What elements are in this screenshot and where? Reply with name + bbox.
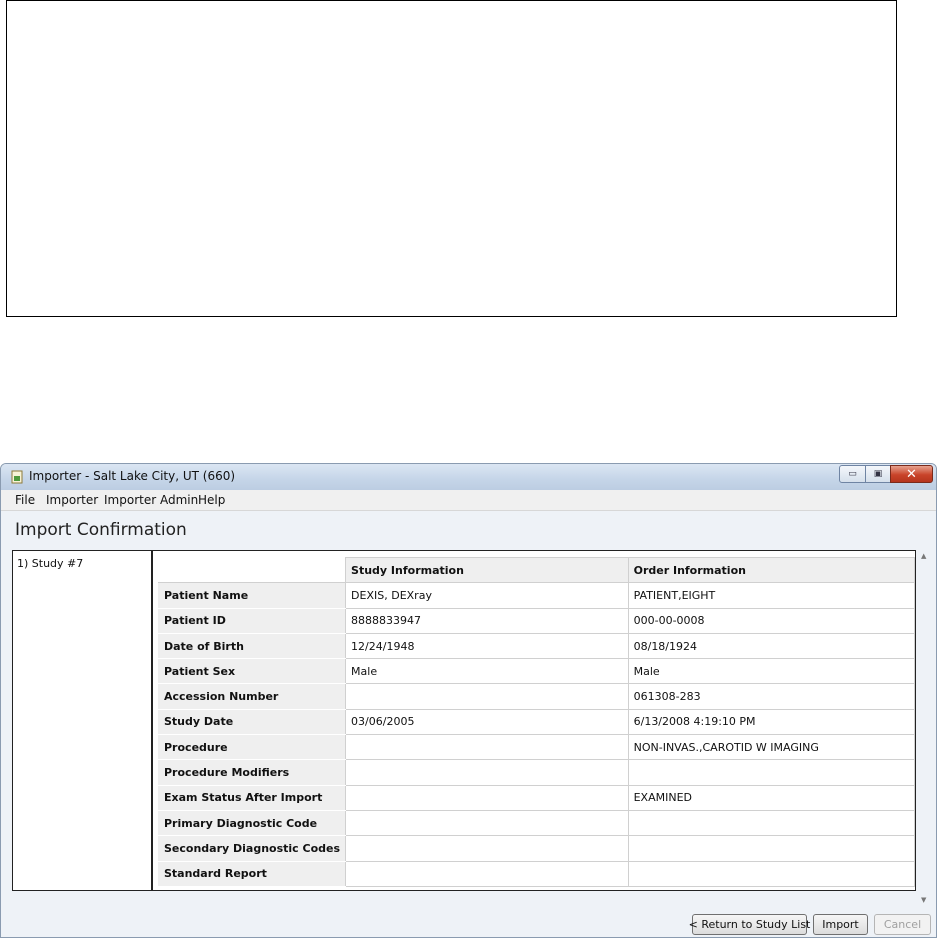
table-row: Standard Report bbox=[157, 860, 916, 887]
cancel-button[interactable]: Cancel bbox=[874, 914, 931, 935]
page-title: Import Confirmation bbox=[15, 520, 187, 540]
close-icon: ✕ bbox=[906, 466, 917, 482]
order-value[interactable] bbox=[627, 759, 916, 786]
table-row: Procedure NON-INVAS.,CAROTID W IMAGING bbox=[157, 734, 916, 761]
menu-importer[interactable]: Importer bbox=[46, 493, 98, 507]
header-order-information: Order Information bbox=[627, 556, 916, 584]
header-corner bbox=[157, 556, 347, 584]
table-row: Patient ID 8888833947 000-00-0008 bbox=[157, 607, 916, 634]
window-title: Importer - Salt Lake City, UT (660) bbox=[29, 469, 236, 483]
row-label: Study Date bbox=[157, 708, 347, 736]
order-value[interactable]: 08/18/1924 bbox=[627, 632, 916, 660]
order-value[interactable] bbox=[627, 835, 916, 862]
row-label: Standard Report bbox=[157, 860, 347, 887]
row-label: Secondary Diagnostic Codes bbox=[157, 835, 347, 862]
table-row: Primary Diagnostic Code bbox=[157, 809, 916, 837]
study-value[interactable]: 03/06/2005 bbox=[345, 708, 629, 736]
minimize-button[interactable]: ▭ bbox=[839, 465, 866, 483]
menu-help[interactable]: Help bbox=[198, 493, 225, 507]
table-row: Accession Number 061308-283 bbox=[157, 683, 916, 710]
vertical-scrollbar[interactable] bbox=[919, 550, 931, 900]
order-value[interactable]: PATIENT,EIGHT bbox=[627, 582, 916, 609]
table-row: Procedure Modifiers bbox=[157, 759, 916, 786]
maximize-icon: ▣ bbox=[873, 469, 883, 479]
row-label: Patient Name bbox=[157, 582, 347, 609]
scroll-down-arrow-icon[interactable]: ▼ bbox=[921, 896, 926, 904]
study-value[interactable]: Male bbox=[345, 658, 629, 685]
study-value[interactable]: DEXIS, DEXray bbox=[345, 582, 629, 609]
row-label: Primary Diagnostic Code bbox=[157, 809, 347, 837]
menu-importer-admin[interactable]: Importer Admin bbox=[104, 493, 198, 507]
study-value[interactable] bbox=[345, 809, 629, 837]
order-value[interactable]: EXAMINED bbox=[627, 784, 916, 811]
study-value[interactable]: 12/24/1948 bbox=[345, 632, 629, 660]
row-label: Accession Number bbox=[157, 683, 347, 710]
content-panel: 1) Study #7 Study Information Order Info… bbox=[12, 550, 916, 891]
order-value[interactable]: 061308-283 bbox=[627, 683, 916, 710]
maximize-button[interactable]: ▣ bbox=[865, 465, 891, 483]
import-button[interactable]: Import bbox=[813, 914, 868, 935]
study-value[interactable] bbox=[345, 860, 629, 887]
row-label: Patient Sex bbox=[157, 658, 347, 685]
table-row: Study Date 03/06/2005 6/13/2008 4:19:10 … bbox=[157, 708, 916, 736]
study-value[interactable]: 8888833947 bbox=[345, 607, 629, 634]
table-row: Secondary Diagnostic Codes bbox=[157, 835, 916, 862]
app-icon bbox=[11, 470, 23, 484]
study-value[interactable] bbox=[345, 835, 629, 862]
menu-file[interactable]: File bbox=[15, 493, 35, 507]
study-list: 1) Study #7 bbox=[13, 551, 153, 890]
order-value[interactable] bbox=[627, 860, 916, 887]
study-value[interactable] bbox=[345, 784, 629, 811]
scroll-up-arrow-icon[interactable]: ▲ bbox=[921, 552, 926, 560]
order-value[interactable]: 000-00-0008 bbox=[627, 607, 916, 634]
close-button[interactable]: ✕ bbox=[890, 465, 933, 483]
title-bar[interactable]: Importer - Salt Lake City, UT (660) ▭ ▣ … bbox=[1, 464, 936, 490]
row-label: Procedure bbox=[157, 734, 347, 761]
header-study-information: Study Information bbox=[345, 556, 629, 584]
study-list-item[interactable]: 1) Study #7 bbox=[17, 557, 83, 570]
order-value[interactable]: 6/13/2008 4:19:10 PM bbox=[627, 708, 916, 736]
study-value[interactable] bbox=[345, 759, 629, 786]
study-value[interactable] bbox=[345, 683, 629, 710]
blank-frame bbox=[6, 0, 897, 317]
menu-bar: File Importer Importer Admin Help bbox=[1, 490, 936, 511]
table-row: Date of Birth 12/24/1948 08/18/1924 bbox=[157, 632, 916, 660]
order-value[interactable]: Male bbox=[627, 658, 916, 685]
table-row: Patient Name DEXIS, DEXray PATIENT,EIGHT bbox=[157, 582, 916, 609]
minimize-icon: ▭ bbox=[848, 469, 857, 479]
row-label: Procedure Modifiers bbox=[157, 759, 347, 786]
table-row: Patient Sex Male Male bbox=[157, 658, 916, 685]
row-label: Date of Birth bbox=[157, 632, 347, 660]
order-value[interactable]: NON-INVAS.,CAROTID W IMAGING bbox=[627, 734, 916, 761]
importer-window: Importer - Salt Lake City, UT (660) ▭ ▣ … bbox=[0, 463, 937, 938]
order-value[interactable] bbox=[627, 809, 916, 837]
table-row: Exam Status After Import EXAMINED bbox=[157, 784, 916, 811]
table-header-row: Study Information Order Information bbox=[157, 556, 916, 584]
return-to-study-list-button[interactable]: < Return to Study List bbox=[689, 914, 810, 935]
row-label: Exam Status After Import bbox=[157, 784, 347, 811]
confirmation-table: Study Information Order Information Pati… bbox=[157, 556, 916, 887]
study-value[interactable] bbox=[345, 734, 629, 761]
row-label: Patient ID bbox=[157, 607, 347, 634]
